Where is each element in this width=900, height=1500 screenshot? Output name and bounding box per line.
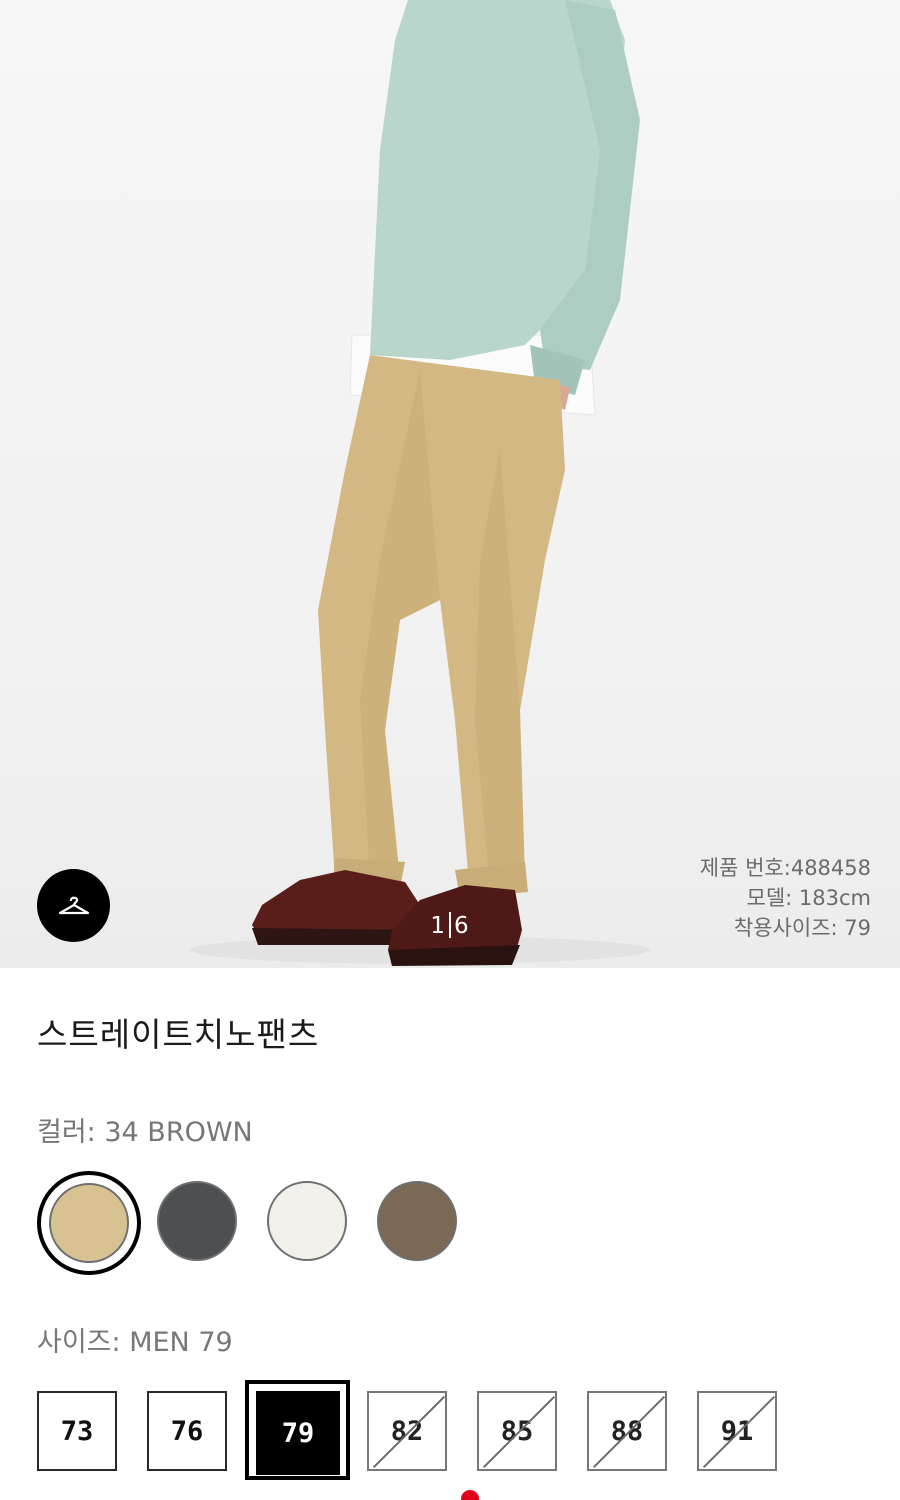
color-label: 컬러: 34 BROWN: [37, 1117, 253, 1148]
model-photo: [190, 0, 650, 966]
swatch-fill-beige: [49, 1183, 129, 1263]
size-label-79: 79: [281, 1417, 315, 1449]
size-option-79[interactable]: 79: [256, 1391, 340, 1475]
try-on-hanger-button[interactable]: [37, 869, 110, 942]
size-option-85[interactable]: 85: [477, 1391, 557, 1471]
swatch-fill-gray: [157, 1181, 237, 1261]
model-height: 모델: 183cm: [746, 886, 871, 910]
unavailable-slash: [482, 1395, 555, 1469]
color-swatch-gray[interactable]: [147, 1171, 247, 1271]
product-image-carousel[interactable]: 16 제품 번호:488458 모델: 183cm 착용사이즈: 79: [0, 0, 900, 968]
model-info: 제품 번호:488458 모델: 183cm 착용사이즈: 79: [700, 853, 871, 943]
swatch-fill-off-white: [267, 1181, 347, 1261]
size-option-82[interactable]: 82: [367, 1391, 447, 1471]
counter-current: 1: [430, 913, 446, 939]
color-swatch-brown[interactable]: [367, 1171, 467, 1271]
color-swatch-off-white[interactable]: [257, 1171, 357, 1271]
product-detail-page: 16 제품 번호:488458 모델: 183cm 착용사이즈: 79 스트레이…: [0, 0, 900, 1500]
unavailable-slash: [592, 1395, 665, 1469]
hanger-icon: [58, 896, 89, 914]
unavailable-slash: [702, 1395, 775, 1469]
counter-divider: [449, 912, 451, 938]
size-label-76: 76: [170, 1415, 204, 1447]
size-option-73[interactable]: 73: [37, 1391, 117, 1471]
size-option-88[interactable]: 88: [587, 1391, 667, 1471]
image-counter: 16: [424, 912, 476, 939]
product-title: 스트레이트치노팬츠: [37, 1015, 320, 1054]
swatch-fill-brown: [377, 1181, 457, 1261]
size-option-76[interactable]: 76: [147, 1391, 227, 1471]
counter-total: 6: [454, 913, 470, 939]
size-option-91[interactable]: 91: [697, 1391, 777, 1471]
wear-size: 착용사이즈: 79: [733, 916, 871, 940]
size-label-73: 73: [60, 1415, 94, 1447]
color-swatch-beige[interactable]: [37, 1171, 141, 1275]
unavailable-slash: [372, 1395, 445, 1469]
notification-dot: [461, 1490, 479, 1500]
product-number: 제품 번호:488458: [699, 856, 871, 880]
size-label: 사이즈: MEN 79: [37, 1327, 233, 1358]
